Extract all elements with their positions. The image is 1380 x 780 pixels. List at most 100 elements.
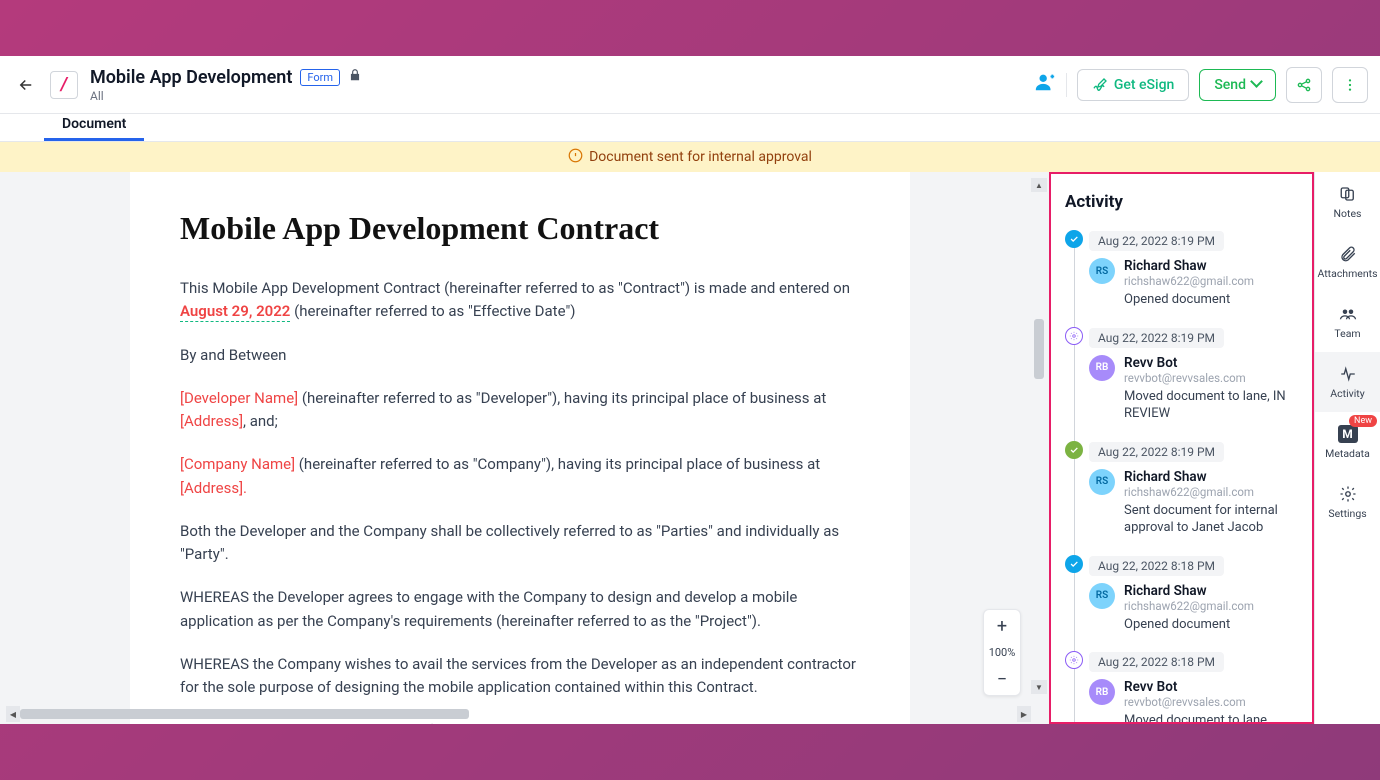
- developer-name-placeholder[interactable]: [Developer Name]: [180, 389, 298, 407]
- document-icon: /: [50, 71, 78, 99]
- activity-item: Aug 22, 2022 8:19 PM RB Revv Botrevvbot@re…: [1089, 327, 1298, 423]
- more-options-button[interactable]: [1332, 67, 1368, 103]
- activity-text: Richard Shawrichshaw622@gmail.com Sent do…: [1124, 469, 1298, 537]
- rail-label: Notes: [1334, 207, 1362, 220]
- activity-user-email: richshaw622@gmail.com: [1124, 274, 1254, 288]
- zoom-control: + 100% −: [983, 609, 1021, 696]
- activity-body: RS Richard Shawrichshaw622@gmail.com Opene…: [1089, 583, 1298, 634]
- activity-user-email: richshaw622@gmail.com: [1124, 599, 1254, 613]
- team-icon: [1338, 304, 1358, 324]
- page-title: Mobile App Development: [90, 67, 292, 88]
- activity-text: Revv Botrevvbot@revvsales.com Moved docum…: [1124, 355, 1298, 423]
- activity-text: Richard Shawrichshaw622@gmail.com Opened …: [1124, 583, 1254, 634]
- settings-icon: [1339, 484, 1357, 504]
- developer-tail: , and;: [243, 412, 278, 430]
- share-button[interactable]: [1286, 67, 1322, 103]
- document-heading: Mobile App Development Contract: [180, 210, 860, 247]
- zoom-in-button[interactable]: +: [984, 610, 1020, 642]
- metadata-icon: M: [1338, 424, 1358, 444]
- rail-label: Activity: [1330, 387, 1364, 400]
- approval-banner: Document sent for internal approval: [0, 142, 1380, 172]
- rail-item-notes[interactable]: Notes: [1315, 172, 1380, 232]
- horizontal-scrollbar[interactable]: ◀ ▶: [6, 706, 1031, 722]
- activity-action: Opened document: [1124, 616, 1254, 634]
- avatar: RS: [1089, 258, 1115, 284]
- developer-address-placeholder[interactable]: [Address]: [180, 412, 243, 430]
- activity-icon: [1338, 364, 1358, 384]
- activity-body: RB Revv Botrevvbot@revvsales.com Moved doc…: [1089, 355, 1298, 423]
- company-clause: [Company Name] (hereinafter referred to …: [180, 453, 860, 500]
- activity-text: Revv Botrevvbot@revvsales.comMoved docum…: [1124, 679, 1298, 724]
- rail-item-attachments[interactable]: Attachments: [1315, 232, 1380, 292]
- activity-item: Aug 22, 2022 8:19 PMRSRichard Shawrichsh…: [1089, 230, 1298, 309]
- developer-text: (hereinafter referred to as "Developer")…: [298, 389, 826, 407]
- activity-action: Sent document for internal approval to J…: [1124, 502, 1298, 537]
- form-badge: Form: [300, 69, 340, 86]
- send-label: Send: [1214, 77, 1246, 93]
- tab-document[interactable]: Document: [44, 116, 144, 141]
- activity-timeline: Aug 22, 2022 8:19 PMRSRichard Shawrichsh…: [1065, 230, 1298, 724]
- avatar: RB: [1089, 355, 1115, 381]
- activity-timestamp: Aug 22, 2022 8:19 PM: [1089, 328, 1224, 348]
- app-frame: / Mobile App Development Form All Get eS…: [0, 56, 1380, 724]
- get-esign-button[interactable]: Get eSign: [1077, 69, 1189, 101]
- notes-icon: [1338, 184, 1358, 204]
- activity-item: Aug 22, 2022 8:18 PMRSRichard Shawrichsh…: [1089, 555, 1298, 634]
- activity-user-email: richshaw622@gmail.com: [1124, 485, 1298, 499]
- intro-text-1: This Mobile App Development Contract (he…: [180, 279, 850, 297]
- activity-user-name: Revv Bot: [1124, 355, 1298, 371]
- activity-body: RB Revv Botrevvbot@revvsales.comMoved doc…: [1089, 679, 1298, 724]
- check-icon: [1065, 230, 1083, 248]
- send-button[interactable]: Send: [1199, 69, 1276, 101]
- header-actions: Get eSign Send: [1034, 67, 1368, 103]
- back-button[interactable]: [12, 71, 40, 99]
- whereas-1: WHEREAS the Developer agrees to engage w…: [180, 586, 860, 633]
- rail-item-metadata[interactable]: New M Metadata: [1315, 412, 1380, 472]
- activity-timestamp: Aug 22, 2022 8:19 PM: [1089, 442, 1224, 462]
- gear-icon: [1065, 327, 1083, 345]
- title-block: Mobile App Development Form All: [90, 67, 362, 103]
- activity-body: RS Richard Shawrichshaw622@gmail.comOpene…: [1089, 258, 1298, 309]
- check-icon: [1065, 555, 1083, 573]
- by-between: By and Between: [180, 344, 860, 367]
- effective-date-field[interactable]: August 29, 2022: [180, 302, 290, 322]
- check-icon: [1065, 441, 1083, 459]
- activity-timestamp: Aug 22, 2022 8:18 PM: [1089, 652, 1224, 672]
- rail-label: Attachments: [1317, 267, 1377, 280]
- avatar: RS: [1089, 469, 1115, 495]
- intro-text-2: (hereinafter referred to as "Effective D…: [294, 302, 575, 320]
- activity-text: Richard Shawrichshaw622@gmail.comOpened …: [1124, 258, 1254, 309]
- divider: [1066, 73, 1067, 97]
- rail-item-settings[interactable]: Settings: [1315, 472, 1380, 532]
- rail-label: Metadata: [1325, 447, 1370, 460]
- rail-item-team[interactable]: Team: [1315, 292, 1380, 352]
- activity-action: Moved document to lane, IN REVIEW: [1124, 388, 1298, 423]
- activity-user-name: Revv Bot: [1124, 679, 1298, 695]
- company-text: (hereinafter referred to as "Company"), …: [295, 455, 820, 473]
- document-page: Mobile App Development Contract This Mob…: [130, 172, 910, 724]
- chevron-down-icon: [1252, 77, 1261, 93]
- right-rail: Notes Attachments Team Activity New M Me…: [1314, 172, 1380, 724]
- avatar: RB: [1089, 679, 1115, 705]
- activity-user-name: Richard Shaw: [1124, 469, 1298, 485]
- whereas-2: WHEREAS the Company wishes to avail the …: [180, 653, 860, 700]
- new-badge: New: [1349, 415, 1377, 427]
- add-user-icon[interactable]: [1034, 71, 1056, 98]
- rail-label: Settings: [1328, 507, 1366, 520]
- developer-clause: [Developer Name] (hereinafter referred t…: [180, 387, 860, 434]
- activity-user-name: Richard Shaw: [1124, 583, 1254, 599]
- rail-item-activity[interactable]: Activity: [1315, 352, 1380, 412]
- avatar: RS: [1089, 583, 1115, 609]
- zoom-out-button[interactable]: −: [984, 663, 1020, 695]
- activity-user-email: revvbot@revvsales.com: [1124, 371, 1298, 385]
- zoom-value: 100%: [989, 642, 1016, 663]
- company-address-placeholder[interactable]: [Address].: [180, 479, 247, 497]
- activity-panel: Activity Aug 22, 2022 8:19 PMRSRichard S…: [1049, 172, 1314, 724]
- lock-icon: [348, 68, 362, 86]
- tabs: Document: [0, 114, 1380, 142]
- company-name-placeholder[interactable]: [Company Name]: [180, 455, 295, 473]
- gear-icon: [1065, 651, 1083, 669]
- esign-label: Get eSign: [1114, 77, 1174, 93]
- vertical-scrollbar[interactable]: ▲ ▼: [1031, 178, 1047, 694]
- doc-intro: This Mobile App Development Contract (he…: [180, 277, 860, 324]
